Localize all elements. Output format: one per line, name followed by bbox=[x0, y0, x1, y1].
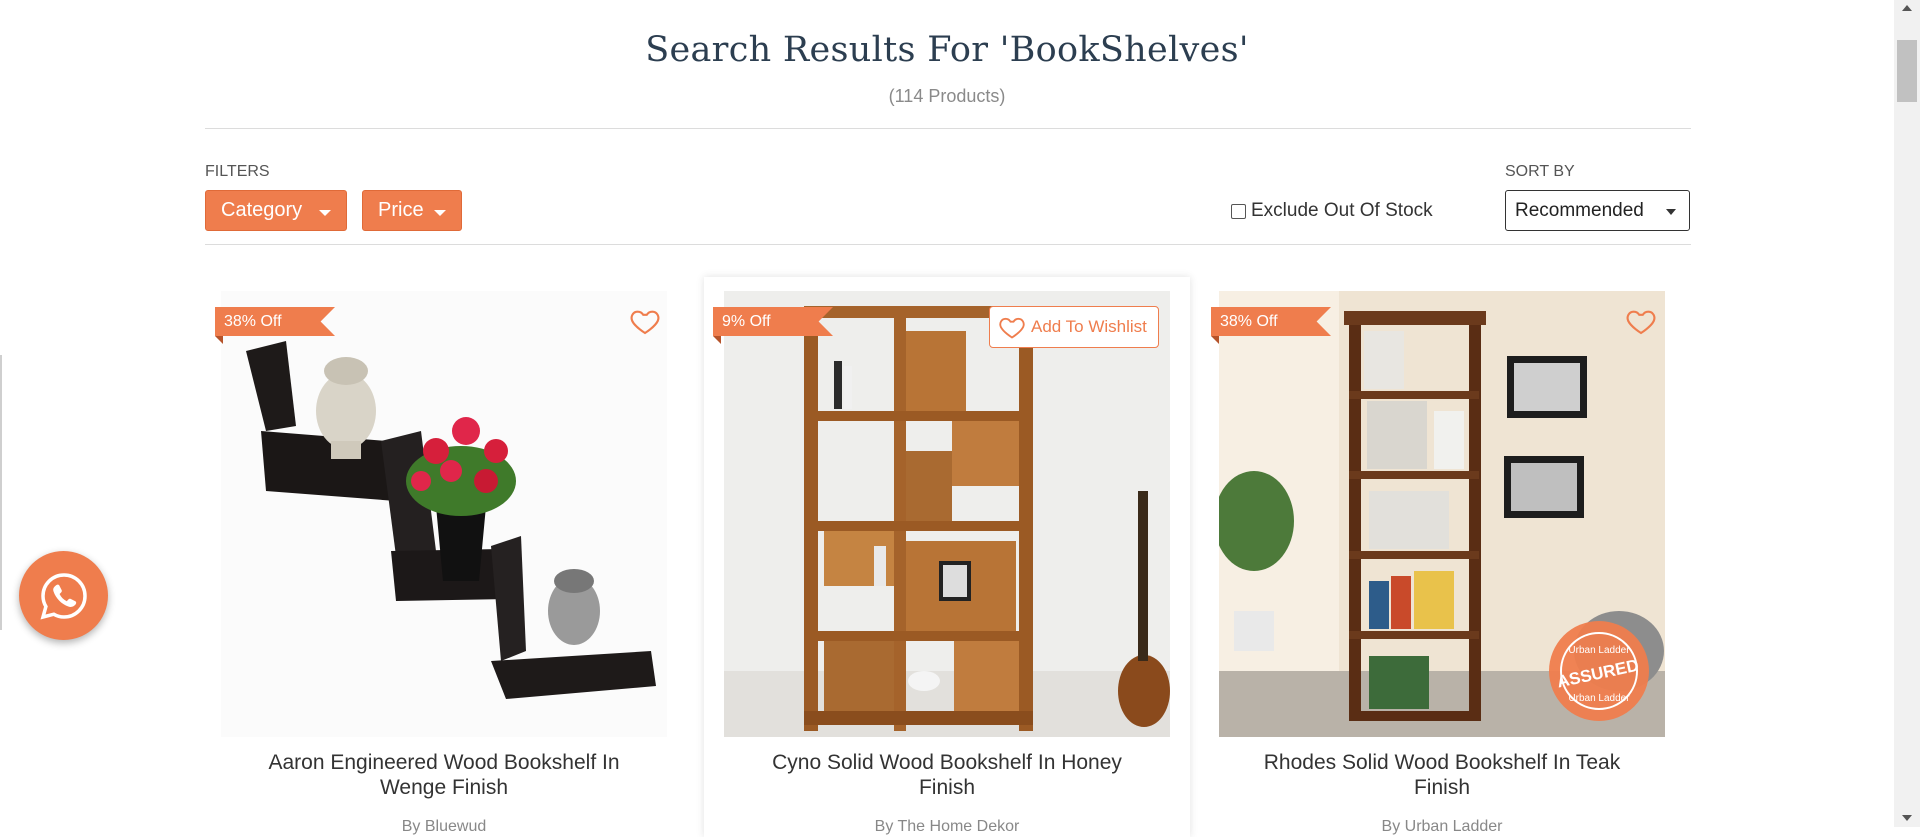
discount-badge: 9% Off bbox=[713, 307, 833, 336]
chevron-down-icon bbox=[1666, 209, 1676, 215]
exclude-out-of-stock-label: Exclude Out Of Stock bbox=[1251, 200, 1433, 221]
assured-badge-bottom: Urban Ladder bbox=[1568, 693, 1630, 704]
product-image[interactable] bbox=[221, 291, 667, 737]
product-seller: By The Home Dekor bbox=[874, 818, 1020, 835]
whatsapp-chat-button[interactable] bbox=[19, 551, 108, 640]
product-count: (114 Products) bbox=[888, 86, 1006, 106]
product-name-line: Finish bbox=[1413, 776, 1471, 799]
heart-icon[interactable] bbox=[629, 305, 661, 337]
scroll-down-arrow-icon[interactable] bbox=[1902, 815, 1912, 821]
exclude-out-of-stock-checkbox[interactable] bbox=[1231, 203, 1246, 219]
product-image[interactable] bbox=[724, 291, 1170, 737]
assured-badge-top: Urban Ladder bbox=[1568, 645, 1630, 656]
sort-by-label: SORT BY bbox=[1505, 163, 1575, 180]
category-filter-button[interactable]: Category bbox=[205, 190, 347, 231]
add-to-wishlist-label: Add To Wishlist bbox=[1031, 317, 1147, 336]
category-filter-label: Category bbox=[221, 199, 303, 221]
product-seller: By Urban Ladder bbox=[1381, 818, 1503, 835]
product-card[interactable]: Aaron Engineered Wood Bookshelf In Wenge… bbox=[201, 277, 687, 837]
product-name[interactable]: Cyno Solid Wood Bookshelf In Honey Finis… bbox=[724, 750, 1170, 800]
filters-divider bbox=[205, 244, 1691, 245]
chevron-down-icon bbox=[434, 210, 446, 216]
product-name-line: Rhodes Solid Wood Bookshelf In Teak bbox=[1263, 751, 1621, 774]
product-seller: By Bluewud bbox=[401, 818, 487, 835]
price-filter-button[interactable]: Price bbox=[362, 190, 462, 231]
chevron-down-icon bbox=[319, 210, 331, 216]
discount-badge-fold bbox=[215, 336, 223, 344]
exclude-out-of-stock[interactable]: Exclude Out Of Stock bbox=[1231, 200, 1433, 222]
sort-selected-value: Recommended bbox=[1515, 199, 1644, 221]
discount-badge: 38% Off bbox=[215, 307, 335, 336]
sort-select[interactable]: Recommended bbox=[1505, 190, 1690, 231]
header-divider bbox=[205, 128, 1691, 129]
filters-label: FILTERS bbox=[205, 163, 270, 180]
product-name-line: Wenge Finish bbox=[379, 776, 508, 799]
discount-badge-fold bbox=[713, 336, 721, 344]
product-card[interactable]: Urban Ladder ASSURED Urban Ladder Rhodes… bbox=[1199, 277, 1685, 837]
vertical-scrollbar[interactable] bbox=[1894, 0, 1920, 827]
product-name-line: Finish bbox=[918, 776, 976, 799]
heart-icon[interactable] bbox=[1625, 305, 1657, 337]
scroll-up-arrow-icon[interactable] bbox=[1902, 5, 1912, 11]
product-name-line: Aaron Engineered Wood Bookshelf In bbox=[268, 751, 620, 774]
product-name[interactable]: Aaron Engineered Wood Bookshelf In Wenge… bbox=[221, 750, 667, 800]
product-image[interactable]: Urban Ladder ASSURED Urban Ladder bbox=[1219, 291, 1665, 737]
price-filter-label: Price bbox=[378, 199, 424, 221]
page-title: Search Results For 'BookShelves' bbox=[645, 30, 1249, 70]
product-name[interactable]: Rhodes Solid Wood Bookshelf In Teak Fini… bbox=[1219, 750, 1665, 800]
discount-badge: 38% Off bbox=[1211, 307, 1331, 336]
heart-icon bbox=[999, 317, 1025, 339]
whatsapp-icon bbox=[40, 572, 87, 619]
product-card[interactable]: Cyno Solid Wood Bookshelf In Honey Finis… bbox=[704, 277, 1190, 837]
add-to-wishlist-button[interactable]: Add To Wishlist bbox=[989, 306, 1159, 348]
product-name-line: Cyno Solid Wood Bookshelf In Honey bbox=[772, 751, 1122, 774]
side-panel-edge bbox=[0, 355, 2, 630]
discount-badge-fold bbox=[1211, 336, 1219, 344]
scrollbar-thumb[interactable] bbox=[1897, 40, 1917, 102]
